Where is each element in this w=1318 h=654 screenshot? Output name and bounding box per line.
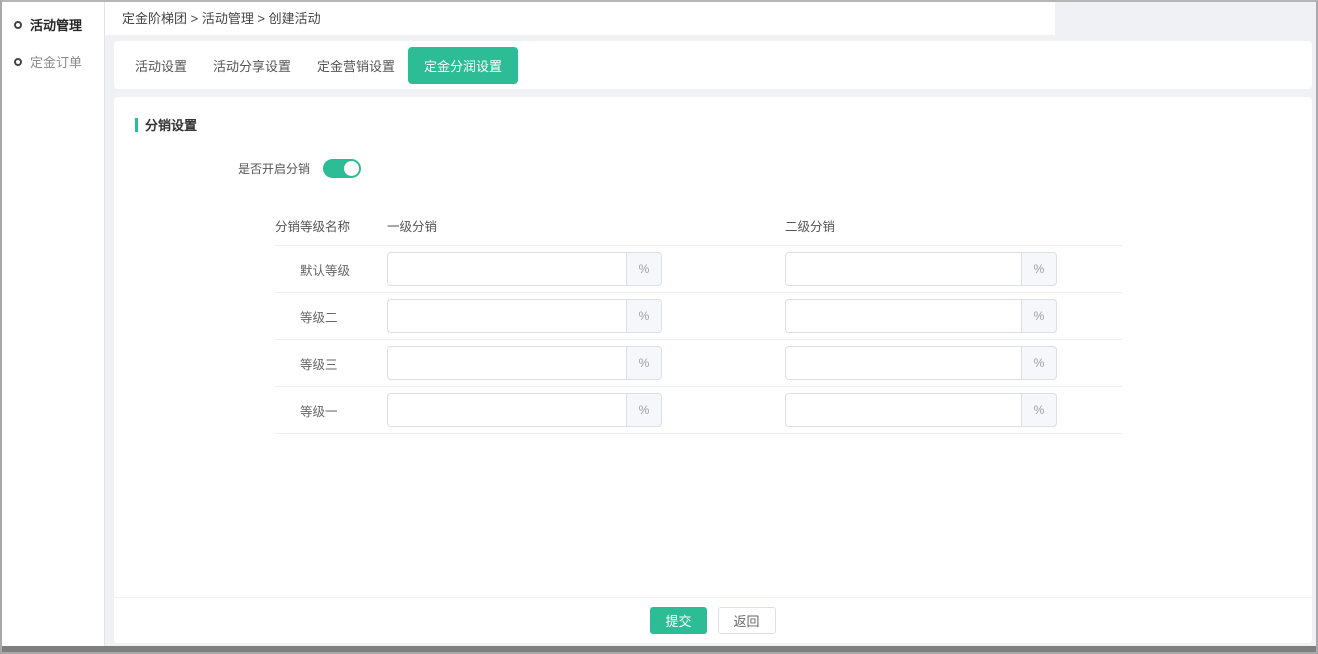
level1-percent-input-group: %	[387, 346, 662, 380]
column-header-level-name: 等级名称	[300, 216, 387, 235]
tab-activity-settings[interactable]: 活动设置	[122, 47, 200, 84]
level-name-label: 默认等级	[300, 260, 387, 279]
toggle-label: 是否开启分销	[238, 160, 310, 177]
level-name-label: 等级一	[300, 401, 387, 420]
level1-percent-input[interactable]	[387, 393, 627, 427]
distribution-settings-card: 分销设置 是否开启分销 分销 等级名称 一级分销 二级分销 默认等级	[114, 97, 1312, 643]
tab-deposit-marketing-settings[interactable]: 定金营销设置	[304, 47, 408, 84]
level2-percent-input[interactable]	[785, 393, 1022, 427]
window-bottom-edge	[2, 646, 1316, 652]
enable-distribution-row: 是否开启分销	[238, 159, 1312, 178]
breadcrumb-text: 定金阶梯团 > 活动管理 > 创建活动	[122, 11, 321, 26]
percent-addon: %	[627, 346, 662, 380]
main-area: 定金阶梯团 > 活动管理 > 创建活动 活动设置 活动分享设置 定金营销设置 定…	[104, 2, 1316, 652]
table-header-row: 分销 等级名称 一级分销 二级分销	[275, 206, 1122, 246]
sidebar-item-activity-management[interactable]: 活动管理	[2, 6, 104, 43]
level2-percent-input-group: %	[785, 299, 1057, 333]
level1-percent-input-group: %	[387, 393, 662, 427]
level2-percent-input[interactable]	[785, 346, 1022, 380]
level1-percent-input[interactable]	[387, 346, 627, 380]
table-row: 等级二 % %	[275, 293, 1122, 340]
radio-circle-icon	[14, 58, 22, 66]
form-footer: 提交 返回	[114, 597, 1312, 643]
app-window: 活动管理 定金订单 定金阶梯团 > 活动管理 > 创建活动 活动设置 活动分享设…	[0, 0, 1318, 654]
level-name-label: 等级三	[300, 354, 387, 373]
section-header: 分销设置	[135, 115, 1312, 134]
level2-percent-input[interactable]	[785, 299, 1022, 333]
distribution-toggle[interactable]	[323, 159, 361, 178]
level1-percent-input-group: %	[387, 252, 662, 286]
column-header-level1-distribution: 一级分销	[387, 216, 785, 235]
level2-percent-input[interactable]	[785, 252, 1022, 286]
radio-circle-icon	[14, 21, 22, 29]
section-title: 分销设置	[145, 115, 197, 134]
tab-deposit-profit-settings[interactable]: 定金分润设置	[408, 47, 518, 84]
percent-addon: %	[1022, 346, 1057, 380]
table-row: 等级三 % %	[275, 340, 1122, 387]
level1-percent-input[interactable]	[387, 299, 627, 333]
toggle-knob-icon	[344, 161, 359, 176]
percent-addon: %	[627, 252, 662, 286]
sidebar-item-label: 活动管理	[30, 15, 82, 34]
percent-addon: %	[627, 299, 662, 333]
back-button[interactable]: 返回	[718, 607, 776, 634]
column-header-level2-distribution: 二级分销	[785, 216, 1122, 235]
section-accent-bar	[135, 118, 138, 132]
level2-percent-input-group: %	[785, 252, 1057, 286]
distribution-table: 分销 等级名称 一级分销 二级分销 默认等级 %	[275, 206, 1122, 434]
sidebar: 活动管理 定金订单	[2, 2, 104, 652]
submit-button[interactable]: 提交	[650, 607, 706, 634]
level2-percent-input-group: %	[785, 393, 1057, 427]
tab-bar: 活动设置 活动分享设置 定金营销设置 定金分润设置	[114, 41, 1312, 89]
breadcrumb: 定金阶梯团 > 活动管理 > 创建活动	[105, 2, 1316, 35]
level-name-label: 等级二	[300, 307, 387, 326]
level1-percent-input[interactable]	[387, 252, 627, 286]
table-group-label: 分销	[275, 216, 300, 235]
percent-addon: %	[1022, 299, 1057, 333]
tab-activity-share-settings[interactable]: 活动分享设置	[200, 47, 304, 84]
sidebar-item-label: 定金订单	[30, 52, 82, 71]
percent-addon: %	[1022, 393, 1057, 427]
table-row: 默认等级 % %	[275, 246, 1122, 293]
level2-percent-input-group: %	[785, 346, 1057, 380]
level1-percent-input-group: %	[387, 299, 662, 333]
percent-addon: %	[1022, 252, 1057, 286]
percent-addon: %	[627, 393, 662, 427]
sidebar-item-deposit-orders[interactable]: 定金订单	[2, 43, 104, 80]
table-row: 等级一 % %	[275, 387, 1122, 434]
